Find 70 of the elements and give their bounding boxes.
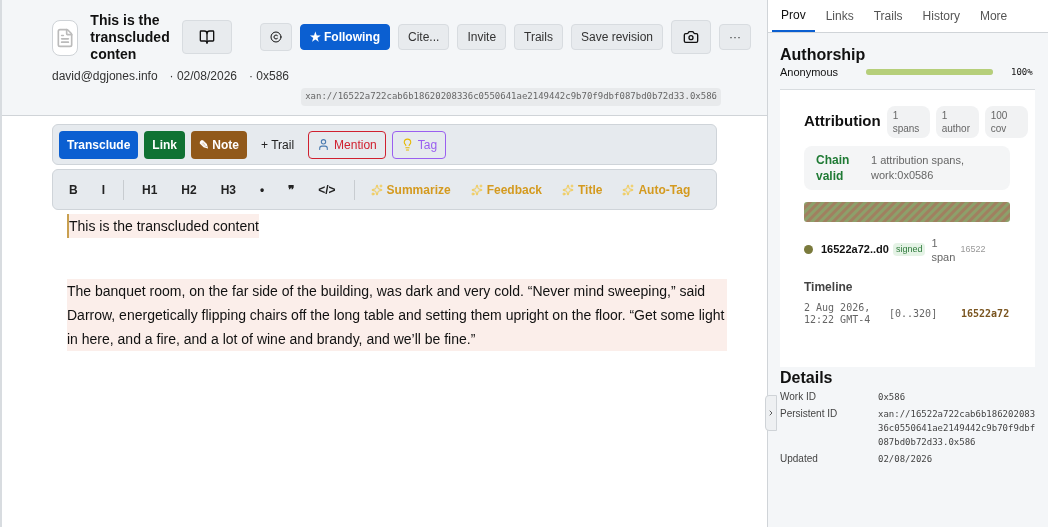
format-button[interactable]: I <box>91 175 115 204</box>
license-button[interactable] <box>259 23 292 51</box>
format-button[interactable]: </> <box>308 175 346 204</box>
chevron-right-icon <box>767 409 775 417</box>
document-date: · 02/08/2026 <box>169 68 237 85</box>
span-count: 1 span <box>931 235 956 264</box>
section-title: Authorship <box>780 45 867 64</box>
person-icon <box>317 138 331 151</box>
persistent-address: xan://16522a722cab6b18620208336c0550641ae2149442c9b70f9dbf087bd0b72d33.0x586 <box>301 88 721 106</box>
book-icon <box>198 29 215 45</box>
count-badge: 100 cov <box>984 105 1028 138</box>
panel-tab[interactable]: Links <box>816 0 863 32</box>
count-badge: 1 author <box>935 105 979 138</box>
header-button[interactable]: Cite... <box>398 24 450 50</box>
header-button[interactable]: Invite <box>457 24 507 50</box>
format-button[interactable]: H2 <box>171 175 207 204</box>
toolbar-button[interactable]: Link <box>144 130 186 159</box>
authorship-percent: 100% <box>1011 65 1033 79</box>
work-id: · 0x586 <box>249 68 289 85</box>
toolbar-button[interactable]: ✎ Note <box>191 130 248 159</box>
panel-tab[interactable]: More <box>970 0 1017 32</box>
detail-label: Updated <box>780 451 819 466</box>
document-icon <box>52 20 79 56</box>
header-button[interactable]: ··· <box>719 24 751 50</box>
attribution-title: Attribution <box>804 111 881 132</box>
sparkles-icon <box>622 183 635 196</box>
panel-tab[interactable]: Prov <box>772 0 815 32</box>
count-badge: 1 spans <box>886 105 930 138</box>
hash-preview: 16522 <box>960 242 986 256</box>
transcluded-text: This is the transcluded content <box>67 214 259 238</box>
following-button[interactable]: ★ Following <box>299 24 391 50</box>
timeline-range: [0..320] <box>889 307 939 320</box>
chain-status: Chain valid <box>816 151 851 184</box>
detail-label: Work ID <box>780 389 817 404</box>
format-button[interactable]: H3 <box>210 175 247 204</box>
panel-tab[interactable]: Trails <box>864 0 912 32</box>
toolbar-button[interactable]: Transclude <box>59 130 139 159</box>
author-name: Anonymous <box>780 65 840 80</box>
sparkles-icon <box>470 183 483 196</box>
book-button[interactable] <box>181 20 232 54</box>
format-button[interactable]: ❞ <box>278 175 305 204</box>
author-email: david@dgjones.info <box>52 68 158 85</box>
sparkles-icon <box>370 183 383 196</box>
toolbar-button[interactable]: + Trail <box>253 130 303 159</box>
timeline-title: Timeline <box>804 278 854 296</box>
author-hash: 16522a72..d0 <box>821 242 889 258</box>
panel-tab[interactable]: History <box>913 0 969 32</box>
format-button[interactable]: B <box>59 175 88 204</box>
header-button[interactable]: Trails <box>514 24 563 50</box>
author-dot <box>804 245 813 254</box>
camera-button[interactable] <box>671 20 711 54</box>
toolbar-button[interactable]: Mention <box>308 130 386 159</box>
sparkles-icon <box>562 183 574 196</box>
resize-handle[interactable] <box>765 395 777 431</box>
header-button[interactable]: Save revision <box>570 24 663 50</box>
document-title: This is the transcluded conten <box>90 12 170 63</box>
section-title: Details <box>780 368 834 387</box>
detail-value: xan://16522a722cab6b18620208336c0550641ae2149442c9b70f9dbf087bd0b72d33.0x586 <box>878 407 1036 449</box>
camera-icon <box>683 29 699 45</box>
format-button[interactable]: • <box>250 175 275 204</box>
paragraph: The banquet room, on the far side of the building, was dark and very cold. “Never mind sweeping,” said Darrow, energetically flipping chairs off the long table and setting them upright on the floor. “Get some light in here, and a fire, and a lot of wine and brandy, and we’ll be fine.” <box>67 279 727 351</box>
timeline-author: 16522a72 <box>961 307 1010 320</box>
chain-detail: 1 attribution spans, work:0x0586 <box>871 152 965 183</box>
detail-value: 02/08/2026 <box>878 452 934 466</box>
format-button[interactable]: H1 <box>132 175 168 204</box>
signed-badge: signed <box>892 242 926 257</box>
timeline-time: 2 Aug 2026, 12:22 GMT-4 <box>804 301 872 326</box>
copyright-icon <box>269 31 282 43</box>
detail-value: 0x586 <box>878 390 907 404</box>
detail-label: Persistent ID <box>780 406 839 421</box>
